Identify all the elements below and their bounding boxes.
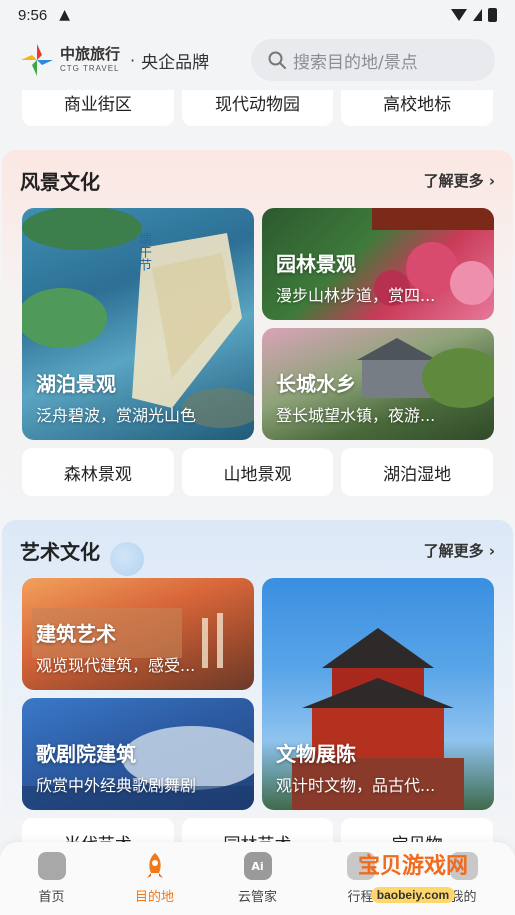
nav-cloud-butler[interactable]: Ai 云管家 bbox=[218, 852, 298, 905]
tile-garden-title: 园林景观 bbox=[276, 252, 356, 276]
rocket-icon bbox=[141, 852, 169, 880]
nav-destination[interactable]: 目的地 bbox=[115, 852, 195, 905]
scenery-section: 风景文化 了解更多 › 端午节 湖泊景观 泛舟碧波，赏湖光山色 园林景观 漫步山… bbox=[2, 150, 513, 498]
app-header-overlay: 中旅旅行 CTG TRAVEL · 央企品牌 搜索目的地/景点 bbox=[0, 30, 515, 90]
logo-en: CTG TRAVEL bbox=[60, 64, 120, 73]
art-more-link[interactable]: 了解更多 › bbox=[424, 540, 495, 561]
tile-opera-subtitle: 欣赏中外经典歌剧舞剧 bbox=[36, 776, 197, 795]
tile-relics-exhibit[interactable]: 文物展陈 观计时文物，品古代... bbox=[262, 578, 494, 810]
watermark-cn: 宝贝游戏网 bbox=[357, 854, 468, 879]
tile-opera-title: 歌剧院建筑 bbox=[36, 742, 136, 766]
tile-lake-title: 湖泊景观 bbox=[36, 372, 116, 396]
home-icon bbox=[37, 852, 66, 880]
art-section: 艺术文化 了解更多 › 建筑艺术 观览现代建筑，感受... 歌剧院建筑 欣赏中外… bbox=[2, 520, 513, 850]
tile-lake-view[interactable]: 端午节 湖泊景观 泛舟碧波，赏湖光山色 bbox=[22, 208, 254, 440]
logo-cn: 中旅旅行 bbox=[60, 45, 121, 63]
nav-destination-label: 目的地 bbox=[134, 890, 174, 905]
site-watermark: 宝贝游戏网 baobeiy.com bbox=[338, 848, 488, 903]
battery-icon bbox=[488, 8, 497, 22]
signal-icon bbox=[473, 9, 482, 21]
dragon-boat-label: 端午节 bbox=[136, 232, 151, 271]
brand-label: 央企品牌 bbox=[141, 52, 210, 73]
search-input[interactable]: 搜索目的地/景点 bbox=[251, 39, 495, 81]
tile-architecture[interactable]: 建筑艺术 观览现代建筑，感受... bbox=[22, 578, 254, 690]
status-time: 9:56 bbox=[18, 6, 48, 24]
nav-cloud-butler-label: 云管家 bbox=[237, 890, 277, 905]
scenery-title: 风景文化 bbox=[20, 170, 100, 194]
scenery-more-link[interactable]: 了解更多 › bbox=[424, 170, 495, 191]
status-icons bbox=[451, 8, 497, 22]
tile-lake-subtitle: 泛舟碧波，赏湖光山色 bbox=[36, 406, 197, 425]
wifi-icon bbox=[451, 9, 467, 21]
chip-mountain[interactable]: 山地景观 bbox=[181, 448, 334, 496]
chip-forest[interactable]: 森林景观 bbox=[22, 448, 174, 496]
bubble-decoration bbox=[110, 542, 144, 576]
scenery-chip-row: 森林景观 山地景观 湖泊湿地 bbox=[22, 448, 494, 496]
tile-garden-view[interactable]: 园林景观 漫步山林步道，赏四... bbox=[262, 208, 494, 320]
warning-icon: ▲ bbox=[59, 7, 70, 23]
tile-architecture-title: 建筑艺术 bbox=[36, 622, 116, 646]
ctg-logo-icon bbox=[20, 43, 54, 77]
nav-home[interactable]: 首页 bbox=[12, 852, 92, 905]
watermark-en: baobeiy.com bbox=[370, 887, 456, 903]
tile-relics-title: 文物展陈 bbox=[276, 742, 356, 766]
search-placeholder: 搜索目的地/景点 bbox=[293, 52, 418, 73]
nav-home-label: 首页 bbox=[38, 890, 65, 905]
brand-separator: · bbox=[130, 50, 136, 70]
art-title: 艺术文化 bbox=[20, 540, 100, 564]
search-icon bbox=[268, 51, 286, 69]
chip-wetland[interactable]: 湖泊湿地 bbox=[341, 448, 494, 496]
tile-architecture-subtitle: 观览现代建筑，感受... bbox=[36, 656, 196, 675]
tile-greatwall-title: 长城水乡 bbox=[276, 372, 356, 396]
ai-icon: Ai bbox=[243, 852, 272, 880]
tile-garden-subtitle: 漫步山林步道，赏四... bbox=[276, 286, 436, 305]
tile-greatwall-subtitle: 登长城望水镇，夜游... bbox=[276, 406, 436, 425]
logo-text: 中旅旅行 CTG TRAVEL bbox=[60, 47, 120, 73]
tile-opera-house[interactable]: 歌剧院建筑 欣赏中外经典歌剧舞剧 bbox=[22, 698, 254, 810]
tile-greatwall-town[interactable]: 长城水乡 登长城望水镇，夜游... bbox=[262, 328, 494, 440]
status-bar: 9:56 ▲ bbox=[0, 0, 515, 30]
tile-relics-subtitle: 观计时文物，品古代... bbox=[276, 776, 436, 795]
